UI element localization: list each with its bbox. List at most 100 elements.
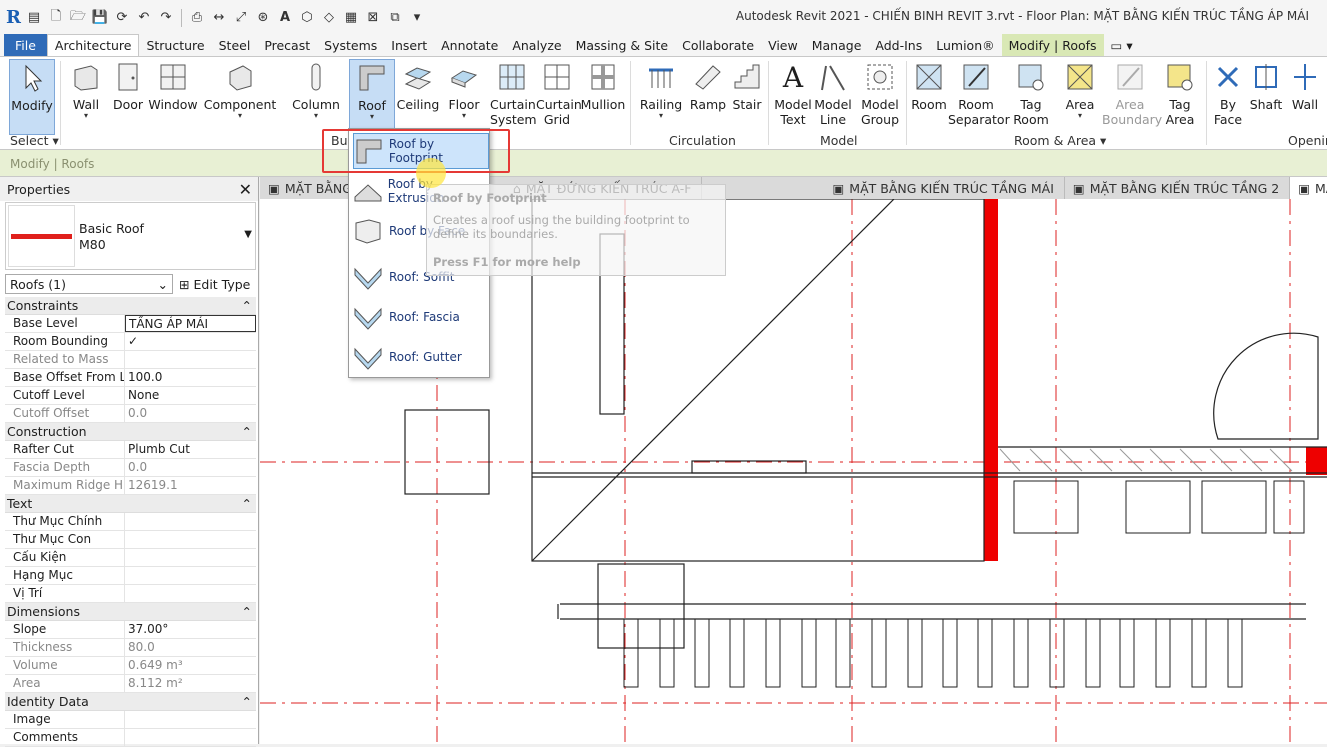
new-icon[interactable]: 🗋 (47, 9, 65, 27)
dimension-icon[interactable]: ⤢ (232, 9, 250, 27)
text-icon[interactable]: A (276, 9, 294, 27)
collapse-icon[interactable]: ⌃ (242, 423, 252, 440)
collapse-icon[interactable]: ⌃ (242, 603, 252, 620)
room-button[interactable]: Room (910, 61, 948, 112)
curtain-system-button[interactable]: Curtain System (490, 61, 537, 127)
property-value[interactable] (125, 711, 256, 728)
property-group-header[interactable]: Construction ⌃ (5, 423, 256, 441)
property-row[interactable]: Hạng Mục (5, 567, 256, 585)
property-value[interactable] (125, 549, 256, 566)
3d-view-icon[interactable]: ⬡ (298, 9, 316, 27)
tab-analyze[interactable]: Analyze (505, 34, 568, 56)
property-value[interactable]: TẦNG ÁP MÁI (125, 315, 256, 332)
property-value[interactable] (125, 531, 256, 548)
curtain-grid-button[interactable]: Curtain Grid (536, 61, 582, 127)
column-button[interactable]: Column ▾ (292, 61, 340, 120)
property-value[interactable]: 100.0 (125, 369, 256, 386)
instance-filter[interactable]: Roofs (1) ⌄ (5, 274, 173, 294)
tab-architecture[interactable]: Architecture (46, 34, 140, 56)
wall-opening-button[interactable]: Wall (1288, 61, 1322, 112)
property-value[interactable]: 0.0 (125, 459, 256, 476)
model-group-button[interactable]: Model Group (858, 61, 902, 127)
tab-add-ins[interactable]: Add-Ins (868, 34, 929, 56)
room-area-panel-label[interactable]: Room & Area ▾ (1014, 133, 1106, 148)
mullion-button[interactable]: Mullion (580, 61, 626, 112)
property-value[interactable]: 8.112 m² (125, 675, 256, 692)
model-text-button[interactable]: A Model Text (773, 61, 813, 127)
undo-icon[interactable]: ↶ (135, 9, 153, 27)
property-value[interactable]: 0.0 (125, 405, 256, 422)
railing-button[interactable]: Railing ▾ (640, 61, 682, 120)
area-boundary-button[interactable]: Area Boundary (1102, 61, 1162, 127)
property-value[interactable] (125, 567, 256, 584)
property-row[interactable]: Related to Mass (5, 351, 256, 369)
sync-icon[interactable]: ⟳ (113, 9, 131, 27)
tab-lumion[interactable]: Lumion® (929, 34, 1001, 56)
close-icon[interactable]: ✕ (239, 180, 252, 199)
property-row[interactable]: Fascia Depth 0.0 (5, 459, 256, 477)
tab-structure[interactable]: Structure (139, 34, 211, 56)
property-group-header[interactable]: Dimensions ⌃ (5, 603, 256, 621)
tab-insert[interactable]: Insert (384, 34, 434, 56)
select-panel-label[interactable]: Select ▾ (10, 133, 59, 148)
tab-precast[interactable]: Precast (257, 34, 317, 56)
collapse-icon[interactable]: ⌃ (242, 297, 252, 314)
property-value[interactable] (125, 585, 256, 602)
property-value[interactable]: ✓ (125, 333, 256, 350)
property-row[interactable]: Thư Mục Chính (5, 513, 256, 531)
property-row[interactable]: Base Offset From L...100.0 (5, 369, 256, 387)
property-value[interactable]: 0.649 m³ (125, 657, 256, 674)
switch-windows-icon[interactable]: ⧉ (386, 9, 404, 27)
revit-logo[interactable]: R (6, 7, 21, 28)
property-value[interactable]: 80.0 (125, 639, 256, 656)
property-group-header[interactable]: Constraints ⌃ (5, 297, 256, 315)
shaft-button[interactable]: Shaft (1248, 61, 1284, 112)
property-value[interactable] (125, 351, 256, 368)
roof-button[interactable]: Roof ▾ (349, 59, 395, 135)
property-row[interactable]: Rafter Cut Plumb Cut (5, 441, 256, 459)
property-row[interactable]: Area 8.112 m² (5, 675, 256, 693)
tab-collaborate[interactable]: Collaborate (675, 34, 761, 56)
tab-view[interactable]: View (761, 34, 805, 56)
door-button[interactable]: Door (112, 61, 144, 112)
section-icon[interactable]: ◇ (320, 9, 338, 27)
customize-icon[interactable]: ▾ (408, 9, 426, 27)
tab-massing-site[interactable]: Massing & Site (569, 34, 676, 56)
property-row[interactable]: Comments (5, 729, 256, 747)
property-value[interactable]: Plumb Cut (125, 441, 256, 458)
component-button[interactable]: Component ▾ (204, 61, 276, 120)
room-separator-button[interactable]: Room Separator (948, 61, 1010, 127)
print-icon[interactable]: ⎙ (188, 9, 206, 27)
redo-icon[interactable]: ↷ (157, 9, 175, 27)
property-group-header[interactable]: Text ⌃ (5, 495, 256, 513)
view-tab-active[interactable]: ▣MẶT BẰNG KIẾN TRÚC TẦNG Á (1290, 177, 1327, 199)
property-row[interactable]: Maximum Ridge H... 12619.1 (5, 477, 256, 495)
tab-file[interactable]: File (4, 34, 47, 56)
property-row[interactable]: Image (5, 711, 256, 729)
save-icon[interactable]: 💾 (91, 9, 109, 27)
wall-button[interactable]: Wall ▾ (70, 61, 102, 120)
open-icon[interactable]: 🗁 (69, 9, 87, 27)
by-face-button[interactable]: By Face (1210, 61, 1246, 127)
stair-button[interactable]: Stair (730, 61, 764, 112)
tab-steel[interactable]: Steel (212, 34, 258, 56)
property-group-header[interactable]: Identity Data ⌃ (5, 693, 256, 711)
area-button[interactable]: Area ▾ (1062, 61, 1098, 120)
property-row[interactable]: Volume 0.649 m³ (5, 657, 256, 675)
chevron-down-icon[interactable]: ▼ (244, 229, 252, 240)
floor-button[interactable]: Floor ▾ (446, 61, 482, 120)
property-row[interactable]: Thickness 80.0 (5, 639, 256, 657)
property-value[interactable] (125, 729, 256, 746)
property-value[interactable] (125, 513, 256, 530)
property-row[interactable]: Vị Trí (5, 585, 256, 603)
edit-type-button[interactable]: ⊞ Edit Type (179, 274, 250, 294)
property-value[interactable]: 37.00° (125, 621, 256, 638)
property-row[interactable]: Cutoff Offset 0.0 (5, 405, 256, 423)
roof-gutter-item[interactable]: Roof: Gutter (353, 339, 489, 375)
tab-manage[interactable]: Manage (805, 34, 869, 56)
window-button[interactable]: Window (148, 61, 198, 112)
collapse-icon[interactable]: ⌃ (242, 693, 252, 710)
collapse-icon[interactable]: ⌃ (242, 495, 252, 512)
tab-systems[interactable]: Systems (317, 34, 384, 56)
type-selector[interactable]: Basic Roof M80 ▼ (5, 202, 256, 270)
